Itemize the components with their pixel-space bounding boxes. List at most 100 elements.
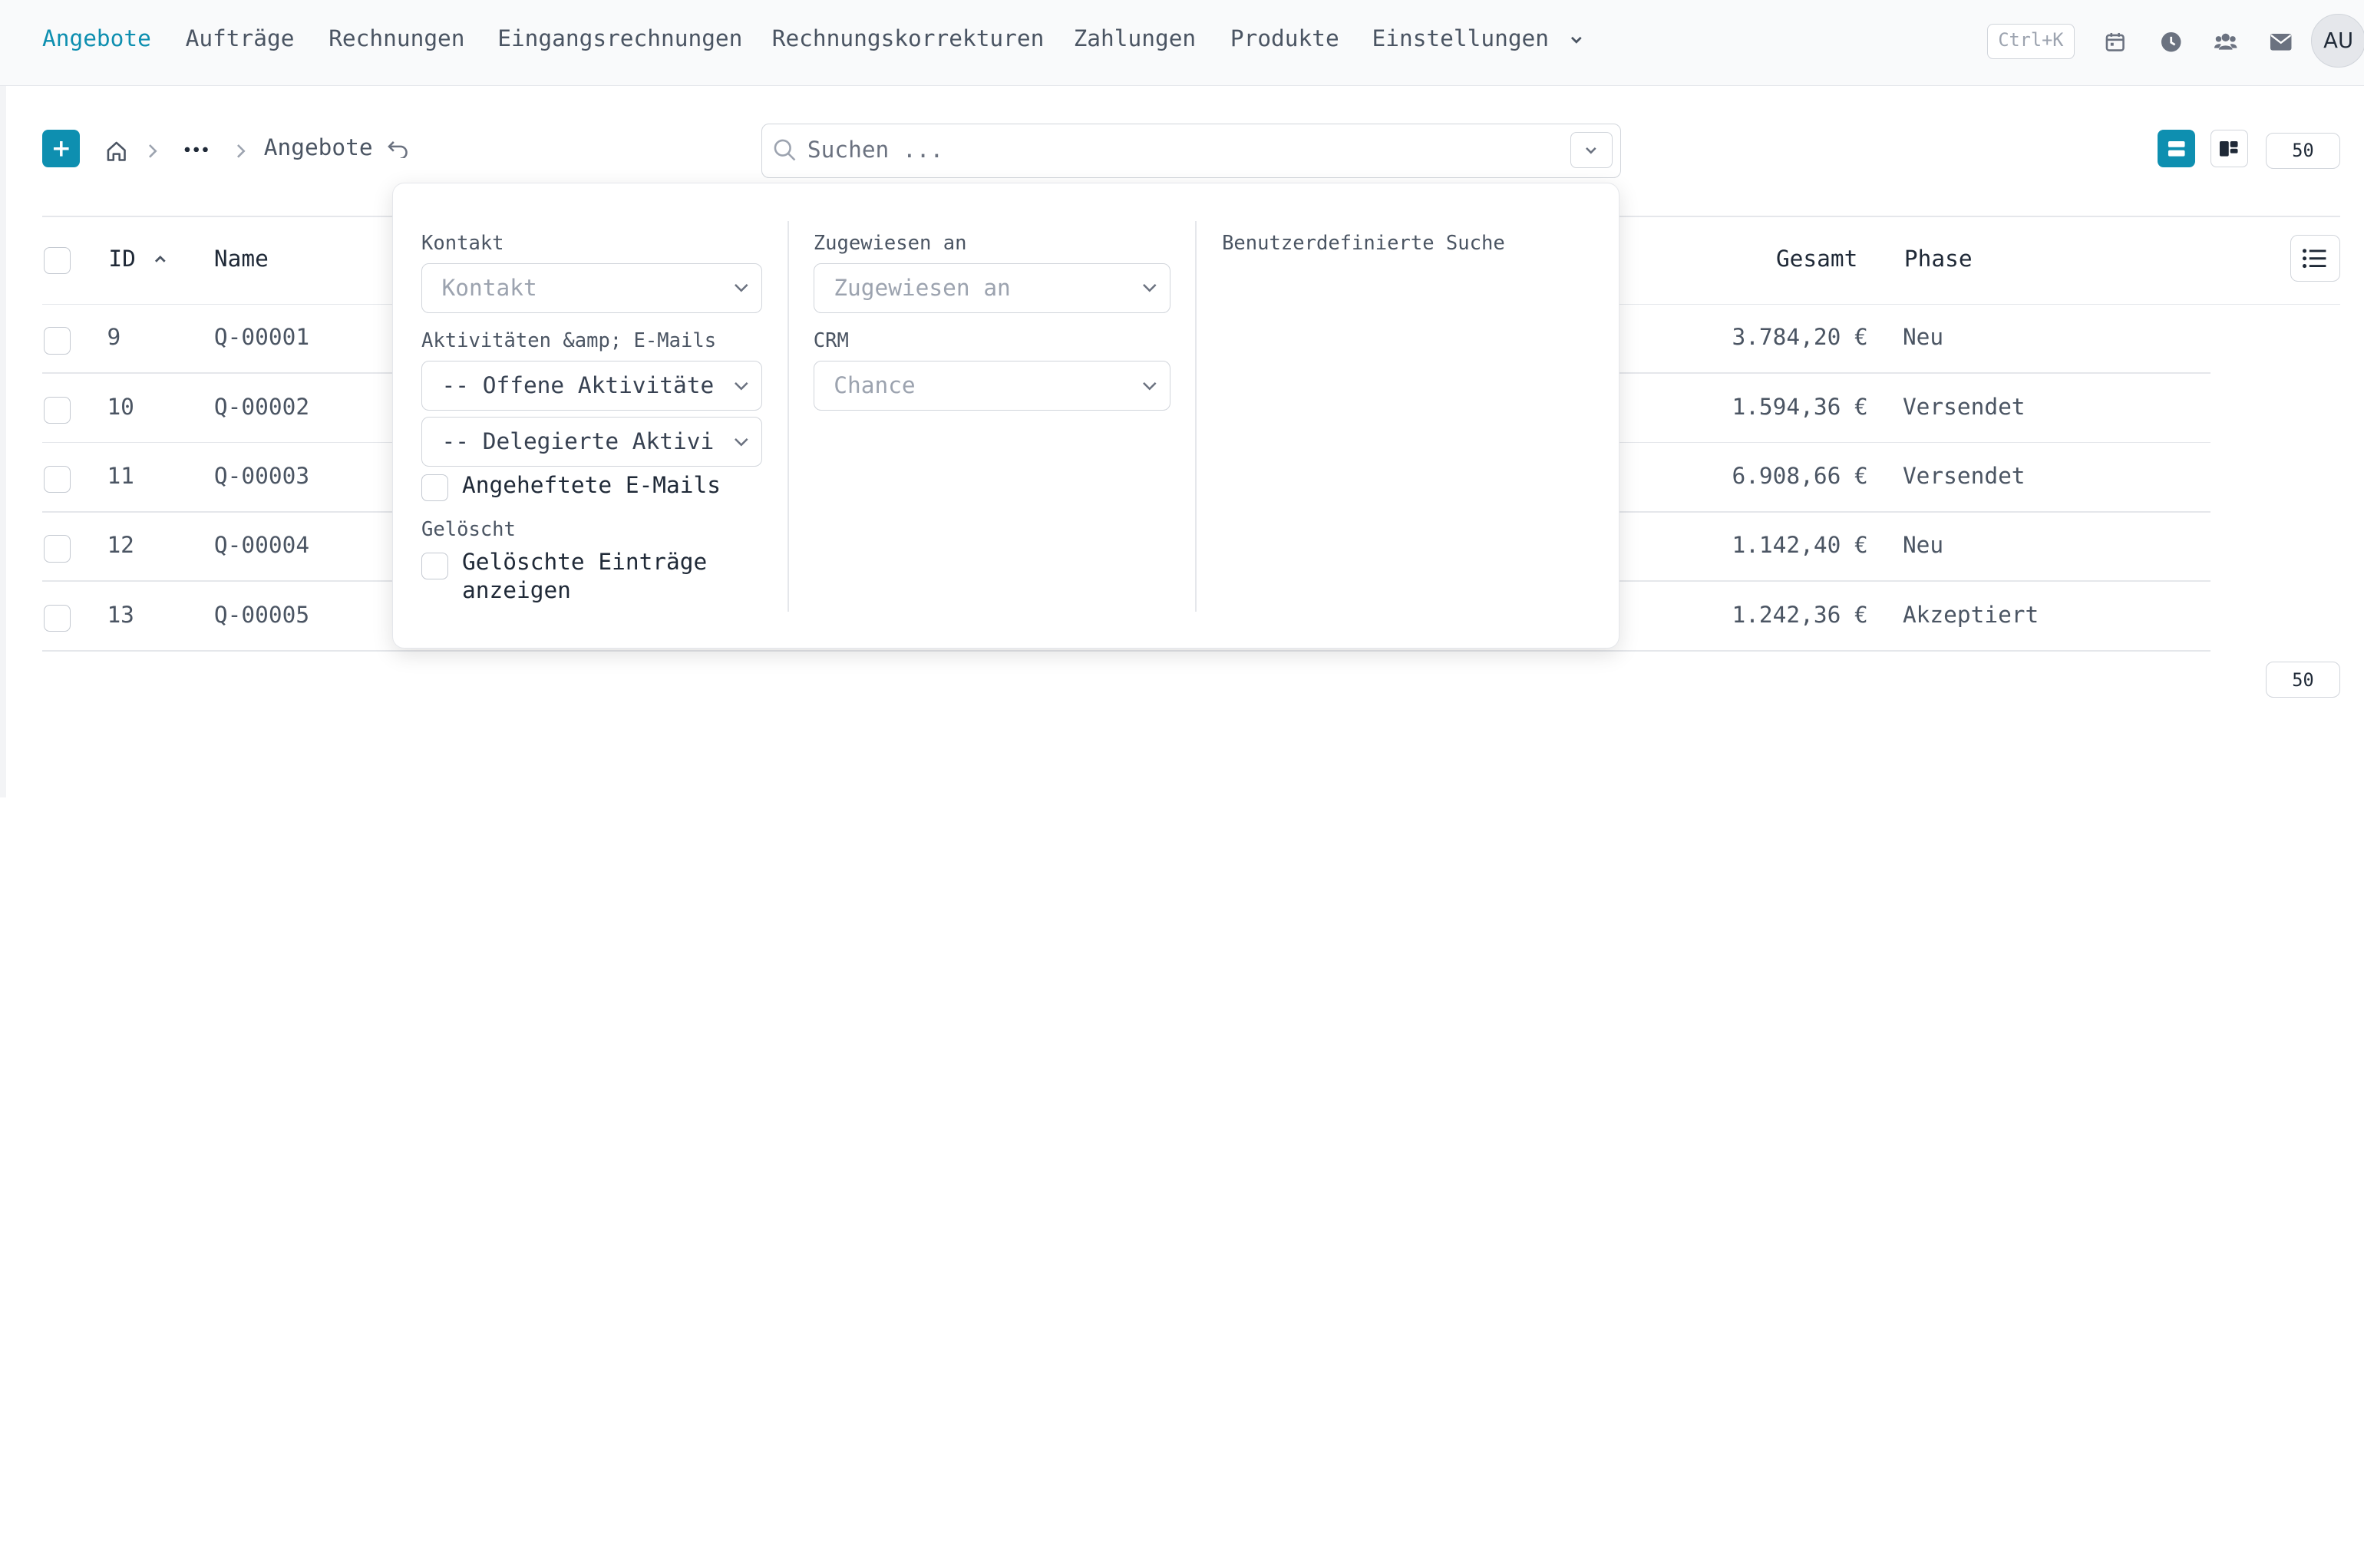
- row-checkbox[interactable]: [43, 604, 71, 632]
- header-id[interactable]: ID: [108, 246, 167, 272]
- cell-phase: Neu: [1902, 324, 1944, 351]
- cell-name[interactable]: Q-00001: [214, 324, 309, 350]
- cell-id: 10: [107, 393, 134, 420]
- chevron-down-icon: [1143, 382, 1157, 391]
- chevron-right-icon: [145, 140, 160, 162]
- page-size-select[interactable]: 50: [2266, 132, 2340, 169]
- kanban-view-button[interactable]: [2210, 129, 2248, 168]
- search-icon: [774, 139, 796, 161]
- offene-aktivitaeten-select[interactable]: -- Offene Aktivitäten --: [421, 361, 762, 411]
- column-divider: [787, 220, 790, 612]
- cell-name[interactable]: Q-00004: [214, 532, 309, 558]
- chevron-down-icon: [734, 284, 748, 292]
- row-checkbox[interactable]: [43, 535, 71, 563]
- clock-icon[interactable]: [2156, 27, 2186, 57]
- column-divider: [1194, 220, 1197, 612]
- nav-produkte[interactable]: Produkte: [1230, 25, 1339, 51]
- geloeschte-eintraege-checkbox[interactable]: [421, 552, 449, 580]
- geloeschte-eintraege-line1: Gelöschte Einträge: [462, 549, 708, 576]
- left-edge: [0, 85, 6, 798]
- footer-page-size[interactable]: 50: [2266, 662, 2340, 698]
- breadcrumb-current: Angebote: [263, 134, 373, 160]
- row-checkbox[interactable]: [43, 396, 71, 424]
- zugewiesen-value: Zugewiesen an: [834, 274, 1011, 301]
- zugewiesen-label: Zugewiesen an: [813, 231, 967, 255]
- search-filter-toggle[interactable]: [1570, 131, 1613, 169]
- chance-select[interactable]: Chance: [813, 361, 1171, 411]
- row-divider: [42, 649, 2210, 652]
- cell-phase: Akzeptiert: [1902, 601, 2039, 628]
- cell-total: 1.142,40 €: [1732, 532, 1868, 559]
- delegierte-aktivitaeten-value: -- Delegierte Aktivitäten --: [441, 427, 714, 454]
- cell-total: 3.784,20 €: [1732, 324, 1868, 351]
- mail-icon[interactable]: [2266, 27, 2296, 57]
- search-box: [761, 124, 1621, 178]
- cell-phase: Versendet: [1902, 393, 2026, 420]
- custom-search-label: Benutzerdefinierte Suche: [1222, 231, 1505, 255]
- header-total[interactable]: Gesamt: [1776, 246, 1857, 272]
- offene-aktivitaeten-value: -- Offene Aktivitäten --: [441, 372, 714, 399]
- row-checkbox[interactable]: [43, 327, 71, 355]
- cell-phase: Versendet: [1902, 463, 2026, 490]
- filter-popover: Kontakt Kontakt Aktivitäten &amp; E-Mail…: [391, 182, 1619, 649]
- cell-id: 13: [107, 601, 134, 628]
- nav-auftraege[interactable]: Aufträge: [186, 25, 295, 51]
- command-shortcut[interactable]: Ctrl+K: [1986, 24, 2075, 59]
- chevron-down-icon: [1570, 36, 1582, 44]
- header-id-label: ID: [108, 246, 136, 272]
- cell-id: 9: [107, 324, 121, 351]
- cell-total: 6.908,66 €: [1732, 463, 1868, 490]
- sort-asc-icon: [154, 256, 166, 263]
- delegierte-aktivitaeten-select[interactable]: -- Delegierte Aktivitäten --: [421, 417, 762, 467]
- nav-rechnungen[interactable]: Rechnungen: [329, 25, 464, 51]
- top-navigation: Angebote Aufträge Rechnungen Eingangsrec…: [0, 0, 2364, 86]
- crm-label: CRM: [813, 329, 849, 353]
- plus-icon: [53, 140, 69, 157]
- add-button[interactable]: [42, 129, 81, 168]
- kontakt-select[interactable]: Kontakt: [421, 262, 762, 313]
- angeheftete-emails-label[interactable]: Angeheftete E-Mails: [462, 471, 721, 500]
- chevron-down-icon: [734, 437, 748, 447]
- chance-value: Chance: [834, 372, 916, 399]
- chevron-down-icon: [1143, 284, 1157, 292]
- cell-name[interactable]: Q-00005: [214, 602, 309, 628]
- cell-name[interactable]: Q-00002: [214, 394, 309, 420]
- reset-icon[interactable]: [385, 136, 411, 163]
- cell-id: 11: [107, 463, 134, 490]
- select-all-checkbox[interactable]: [43, 247, 71, 275]
- list-view-icon: [2168, 140, 2185, 157]
- row-checkbox[interactable]: [43, 465, 71, 494]
- cell-id: 12: [107, 532, 134, 559]
- kanban-view-icon: [2220, 140, 2238, 157]
- column-settings-button[interactable]: [2290, 235, 2340, 282]
- chevron-right-icon: [233, 140, 249, 162]
- kontakt-value: Kontakt: [441, 274, 537, 301]
- nav-einstellungen-label: Einstellungen: [1372, 25, 1550, 52]
- zugewiesen-select[interactable]: Zugewiesen an: [813, 262, 1171, 313]
- aktivitaeten-label: Aktivitäten &amp; E-Mails: [421, 329, 717, 353]
- nav-einstellungen[interactable]: Einstellungen: [1372, 25, 1584, 51]
- nav-angebote[interactable]: Angebote: [42, 25, 151, 51]
- user-avatar[interactable]: AU: [2311, 13, 2364, 68]
- more-icon[interactable]: [181, 137, 211, 161]
- nav-zahlungen[interactable]: Zahlungen: [1074, 25, 1197, 51]
- geloeschte-eintraege-line2: anzeigen: [462, 577, 571, 604]
- nav-rechnungskorrekturen[interactable]: Rechnungskorrekturen: [772, 25, 1045, 51]
- list-view-button[interactable]: [2157, 129, 2195, 168]
- calendar-icon[interactable]: [2100, 27, 2130, 57]
- geloescht-label: Gelöscht: [421, 517, 516, 541]
- header-phase[interactable]: Phase: [1904, 246, 1973, 272]
- cell-name[interactable]: Q-00003: [214, 463, 309, 489]
- cell-total: 1.594,36 €: [1732, 393, 1868, 420]
- cell-total: 1.242,36 €: [1732, 601, 1868, 628]
- nav-eingangsrechnungen[interactable]: Eingangsrechnungen: [497, 25, 742, 51]
- kontakt-label: Kontakt: [421, 231, 504, 255]
- chevron-down-icon: [1586, 147, 1597, 154]
- geloeschte-eintraege-label[interactable]: Gelöschte Einträge anzeigen: [462, 548, 707, 606]
- header-name[interactable]: Name: [214, 246, 269, 272]
- users-icon[interactable]: [2210, 27, 2240, 57]
- chevron-down-icon: [734, 382, 748, 391]
- search-input[interactable]: [807, 124, 1562, 176]
- home-icon[interactable]: [103, 137, 130, 164]
- angeheftete-emails-checkbox[interactable]: [421, 474, 449, 502]
